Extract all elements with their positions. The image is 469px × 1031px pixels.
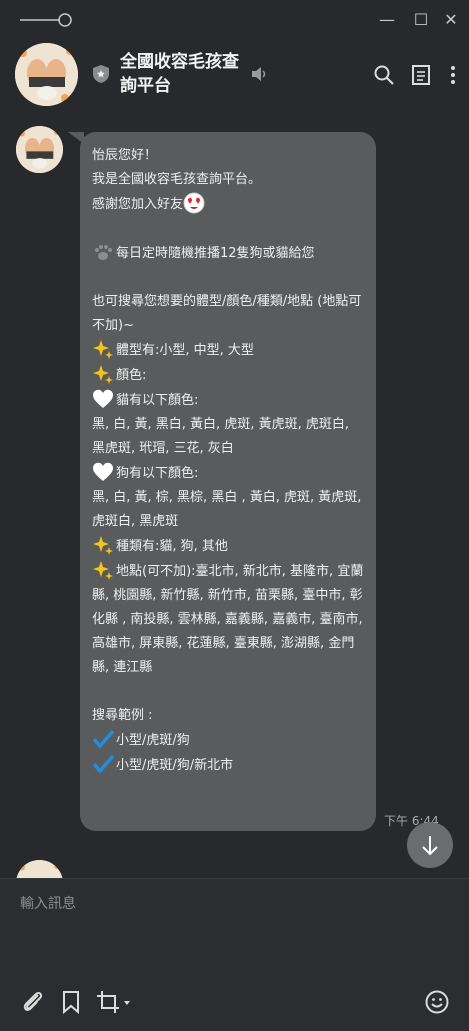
message-line: 小型/虎斑/狗/新北市 [92, 753, 366, 778]
emoji-icon[interactable] [424, 989, 450, 1015]
message-line: 體型有:小型, 中型, 大型 [92, 338, 366, 363]
page-title: 全國收容毛孩查詢平台 [120, 52, 239, 96]
message-line: 種類有:貓, 狗, 其他 [92, 534, 366, 559]
search-icon[interactable] [373, 64, 395, 86]
message-line [92, 217, 366, 241]
chat-header: 全國收容毛孩查詢平台 [0, 40, 469, 112]
verified-shield-icon [93, 65, 109, 83]
sender-avatar[interactable] [16, 126, 63, 173]
maximize-button[interactable]: ☐ [410, 9, 432, 31]
bookmark-icon[interactable] [58, 989, 84, 1015]
avatar[interactable] [15, 43, 78, 106]
message-line [92, 266, 366, 290]
sparkles-icon [93, 536, 113, 555]
check-mark-icon [92, 729, 114, 749]
message-line: 顏色: [92, 363, 366, 388]
chat-area[interactable]: 怡辰您好！ 我是全國收容毛孩查詢平台。 感謝您加入好友 每日定時隨機推播12隻狗… [0, 112, 469, 878]
sparkles-icon [93, 365, 113, 384]
pin-slider-icon[interactable] [20, 10, 72, 30]
sender-avatar[interactable] [16, 860, 63, 878]
message-line: 黑, 白, 黃, 棕, 黑棕, 黑白 , 黃白, 虎斑, 黃虎斑, 虎斑白, 黑… [92, 490, 362, 529]
close-button[interactable]: ✕ [440, 9, 462, 31]
window-titlebar: — ☐ ✕ [0, 0, 469, 40]
paw-print-icon [95, 245, 112, 260]
message-line: 小型/虎斑/狗 [92, 728, 366, 753]
heart-eyes-emoji-icon [183, 192, 205, 214]
avatar-image-icon [16, 860, 63, 878]
avatar-image-icon [16, 126, 63, 173]
message-line: 貓有以下顏色: [92, 388, 366, 413]
screenshot-crop-icon[interactable] [96, 989, 132, 1015]
more-options-icon[interactable] [442, 64, 464, 86]
message-line: 也可搜尋您想要的體型/顏色/種類/地點 (地點可不加)~ [92, 294, 362, 333]
message-line: 我是全國收容毛孩查詢平台。 [92, 172, 262, 187]
message-bubble[interactable]: 怡辰您好！ 我是全國收容毛孩查詢平台。 感謝您加入好友 每日定時隨機推播12隻狗… [80, 132, 376, 831]
message-input[interactable]: 輸入訊息 [20, 893, 76, 913]
white-heart-icon [93, 462, 113, 481]
scroll-to-bottom-button[interactable] [407, 822, 453, 868]
speaker-icon [252, 67, 266, 81]
message-composer: 輸入訊息 [0, 878, 469, 1031]
notes-icon[interactable] [410, 64, 432, 86]
message-line: 搜尋範例 : [92, 708, 153, 723]
message-line: 黑, 白, 黃, 黑白, 黃白, 虎斑, 黃虎斑, 虎斑白, 黑虎斑, 玳瑁, … [92, 417, 349, 456]
minimize-button[interactable]: — [376, 9, 398, 31]
sparkles-icon [93, 340, 113, 359]
arrow-down-icon [422, 836, 438, 856]
check-mark-icon [92, 754, 114, 774]
avatar-image-icon [15, 43, 78, 106]
message-line [92, 680, 366, 704]
message-line: 每日定時隨機推播12隻狗或貓給您 [92, 241, 366, 266]
paperclip-icon[interactable] [20, 989, 46, 1015]
message-line: 感謝您加入好友 [92, 192, 366, 217]
message-line: 地點(可不加):臺北市, 新北市, 基隆市, 宜蘭縣, 桃園縣, 新竹縣, 新竹… [92, 559, 366, 680]
message-line: 怡辰您好！ [92, 148, 158, 163]
message-line: 狗有以下顏色: [92, 461, 366, 486]
sparkles-icon [93, 561, 113, 580]
white-heart-icon [93, 389, 113, 408]
